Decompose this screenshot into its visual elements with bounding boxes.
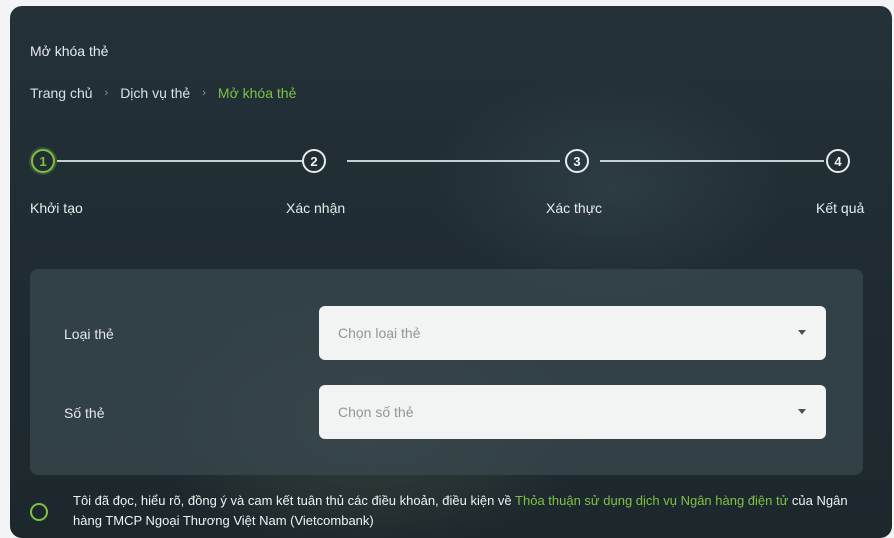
progress-stepper: 1 2 3 4 Khởi tạo Xác nhận Xác thực Kết q… (10, 144, 892, 216)
card-type-row: Loại thẻ Chọn loại thẻ (30, 306, 863, 362)
step-1-circle: 1 (31, 149, 55, 173)
agreement-text: Tôi đã đọc, hiểu rõ, đồng ý và cam kết t… (73, 491, 863, 531)
terms-link[interactable]: Thỏa thuận sử dụng dịch vụ Ngân hàng điệ… (515, 493, 788, 508)
card-number-row: Số thẻ Chọn số thẻ (30, 385, 863, 441)
breadcrumb-home[interactable]: Trang chủ (30, 85, 93, 101)
step-4-label: Kết quả (816, 200, 865, 216)
card-type-label: Loại thẻ (64, 326, 114, 342)
step-connector (600, 160, 824, 162)
step-2-circle: 2 (302, 149, 326, 173)
breadcrumb: Trang chủ › Dịch vụ thẻ › Mở khóa thẻ (30, 85, 296, 101)
agree-radio[interactable] (30, 503, 48, 521)
step-1-label: Khởi tạo (30, 200, 83, 216)
unlock-card-page: Mở khóa thẻ Trang chủ › Dịch vụ thẻ › Mở… (10, 6, 892, 538)
page-title: Mở khóa thẻ (30, 43, 109, 59)
card-number-placeholder: Chọn số thẻ (338, 404, 414, 420)
caret-down-icon (798, 409, 806, 414)
caret-down-icon (798, 330, 806, 335)
agreement-text-before: Tôi đã đọc, hiểu rõ, đồng ý và cam kết t… (73, 493, 516, 508)
card-number-select[interactable]: Chọn số thẻ (319, 385, 826, 439)
step-4-circle: 4 (826, 149, 850, 173)
card-selection-form: Loại thẻ Chọn loại thẻ Số thẻ Chọn số th… (30, 269, 863, 475)
step-3-label: Xác thực (546, 200, 603, 216)
step-connector (347, 160, 560, 162)
card-type-select[interactable]: Chọn loại thẻ (319, 306, 826, 360)
breadcrumb-card-services[interactable]: Dịch vụ thẻ (120, 85, 190, 101)
step-3-circle: 3 (565, 149, 589, 173)
step-connector (57, 160, 302, 162)
chevron-right-icon: › (104, 87, 109, 99)
card-number-label: Số thẻ (64, 405, 105, 421)
breadcrumb-current: Mở khóa thẻ (217, 85, 297, 101)
step-2-label: Xác nhận (286, 200, 346, 216)
chevron-right-icon: › (202, 87, 206, 99)
card-type-placeholder: Chọn loại thẻ (338, 325, 421, 341)
